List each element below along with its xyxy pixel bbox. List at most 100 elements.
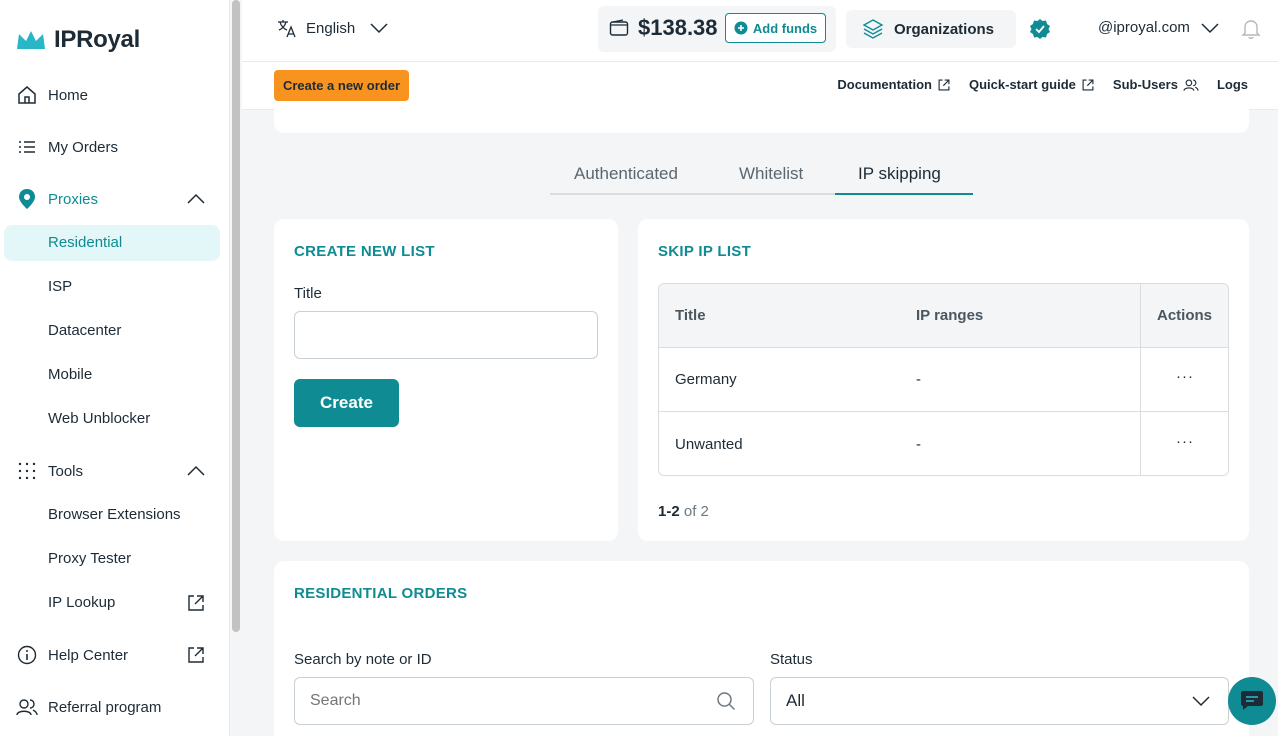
sub-users-link[interactable]: Sub-Users: [1113, 77, 1199, 92]
account-email: @iproyal.com: [1098, 19, 1190, 36]
whitelist-tabs: Authenticated Whitelist IP skipping: [550, 162, 973, 195]
status-select[interactable]: All: [770, 677, 1229, 725]
pagination-info: 1-2 of 2: [658, 503, 709, 520]
documentation-label: Documentation: [837, 77, 932, 92]
status-label: Status: [770, 651, 813, 668]
column-header-actions: Actions: [1157, 307, 1213, 324]
sidebar-item-my-orders[interactable]: My Orders: [16, 135, 118, 159]
tab-whitelist[interactable]: Whitelist: [739, 164, 803, 184]
search-input[interactable]: [294, 677, 754, 725]
row-actions-menu[interactable]: ···: [1176, 368, 1194, 385]
users-icon: [1183, 79, 1199, 91]
documentation-link[interactable]: Documentation: [837, 77, 951, 92]
sidebar-item-proxy-tester[interactable]: Proxy Tester: [48, 550, 131, 567]
row-title: Germany: [675, 371, 737, 388]
logs-link[interactable]: Logs: [1217, 77, 1248, 92]
balance-amount: $138.38: [638, 15, 718, 40]
skip-list-title: SKIP IP LIST: [658, 243, 752, 260]
create-button[interactable]: Create: [294, 379, 399, 427]
table-column-divider: [1140, 284, 1141, 475]
table-header: Title IP ranges Actions: [659, 284, 1228, 348]
tab-ip-skipping[interactable]: IP skipping: [858, 164, 941, 184]
sidebar-item-mobile[interactable]: Mobile: [48, 366, 92, 383]
sidebar-item-proxies[interactable]: Proxies: [16, 187, 98, 211]
quick-start-label: Quick-start guide: [968, 77, 1076, 92]
sidebar-item-browser-extensions[interactable]: Browser Extensions: [48, 506, 181, 523]
chat-bubble-icon: [1241, 691, 1263, 710]
search-icon: [717, 692, 736, 711]
sidebar-item-label: Help Center: [48, 646, 129, 664]
organizations-label: Organizations: [894, 20, 995, 38]
chevron-down-icon: [1201, 22, 1219, 33]
title-input[interactable]: [294, 311, 598, 359]
language-label: English: [306, 19, 356, 37]
sidebar-item-home[interactable]: Home: [16, 83, 88, 107]
verified-badge-icon: [1030, 19, 1050, 39]
layers-icon: [862, 19, 884, 39]
sidebar-item-label: My Orders: [48, 138, 119, 156]
chevron-up-icon[interactable]: [186, 464, 206, 478]
plus-circle-icon: [734, 21, 748, 35]
create-order-button[interactable]: Create a new order: [274, 70, 409, 101]
sidebar-item-isp[interactable]: ISP: [48, 278, 72, 295]
table-row: Unwanted - ···: [659, 413, 1228, 475]
language-selector[interactable]: English: [276, 17, 389, 39]
chevron-up-icon[interactable]: [186, 192, 206, 206]
home-icon: [16, 84, 38, 106]
sidebar-item-tools[interactable]: Tools: [16, 459, 83, 483]
brand-name: IPRoyal: [54, 26, 140, 53]
sidebar-item-web-unblocker[interactable]: Web Unblocker: [48, 410, 150, 427]
sidebar-item-label: Tools: [48, 462, 84, 480]
active-tab-indicator: [835, 193, 973, 195]
row-ip-ranges: -: [916, 436, 921, 453]
skip-list-table: Title IP ranges Actions Germany - ··· Un…: [658, 283, 1229, 476]
bell-icon[interactable]: [1241, 18, 1261, 40]
brand-logo[interactable]: IPRoyal: [16, 26, 140, 54]
sidebar-item-label: Referral program: [48, 698, 162, 716]
sidebar-item-label: Proxies: [48, 190, 99, 208]
status-selected-value: All: [786, 691, 805, 710]
location-pin-icon: [16, 188, 38, 210]
sidebar-item-ip-lookup[interactable]: IP Lookup: [48, 594, 115, 611]
row-ip-ranges: -: [916, 371, 921, 388]
residential-orders-title: RESIDENTIAL ORDERS: [294, 585, 468, 602]
sub-users-label: Sub-Users: [1112, 77, 1178, 92]
chat-widget-button[interactable]: [1228, 677, 1276, 725]
tab-authenticated[interactable]: Authenticated: [574, 164, 678, 184]
account-menu[interactable]: @iproyal.com: [1098, 19, 1220, 36]
quick-start-link[interactable]: Quick-start guide: [969, 77, 1095, 92]
sidebar-scrollbar[interactable]: [232, 0, 240, 632]
pagination-total: of 2: [683, 503, 709, 520]
header-links: Documentation Quick-start guide Sub-User…: [837, 77, 1248, 92]
title-field-label: Title: [294, 285, 322, 302]
users-icon: [16, 696, 38, 718]
external-link-icon: [188, 595, 204, 611]
external-link-icon: [938, 79, 950, 90]
list-icon: [16, 136, 38, 158]
external-link-icon: [188, 647, 204, 663]
column-header-ip-ranges: IP ranges: [916, 307, 984, 324]
table-row: Germany - ···: [659, 348, 1228, 412]
add-funds-label: Add funds: [752, 20, 818, 36]
organizations-button[interactable]: Organizations: [846, 10, 1016, 48]
search-label: Search by note or ID: [294, 651, 432, 668]
sidebar-item-residential[interactable]: Residential: [48, 234, 122, 251]
chevron-down-icon: [1192, 696, 1210, 707]
info-icon: [16, 644, 38, 666]
previous-card: [274, 104, 1249, 133]
wallet-icon: [609, 19, 629, 36]
create-list-title: CREATE NEW LIST: [294, 243, 435, 260]
sidebar-item-datacenter[interactable]: Datacenter: [48, 322, 121, 339]
sidebar-item-help-center[interactable]: Help Center: [16, 643, 128, 667]
sidebar-item-referral[interactable]: Referral program: [16, 695, 161, 719]
row-actions-menu[interactable]: ···: [1176, 433, 1194, 450]
grid-dots-icon: [16, 460, 38, 482]
external-link-icon: [1082, 79, 1094, 90]
translate-icon: [278, 20, 296, 38]
sidebar-item-label: Home: [48, 86, 89, 104]
add-funds-button[interactable]: Add funds: [725, 13, 826, 43]
crown-icon: [17, 31, 45, 49]
sidebar: IPRoyal Home My Orders Proxies Residenti…: [0, 0, 230, 736]
pagination-range: 1-2: [658, 503, 680, 520]
chevron-down-icon: [370, 23, 388, 34]
